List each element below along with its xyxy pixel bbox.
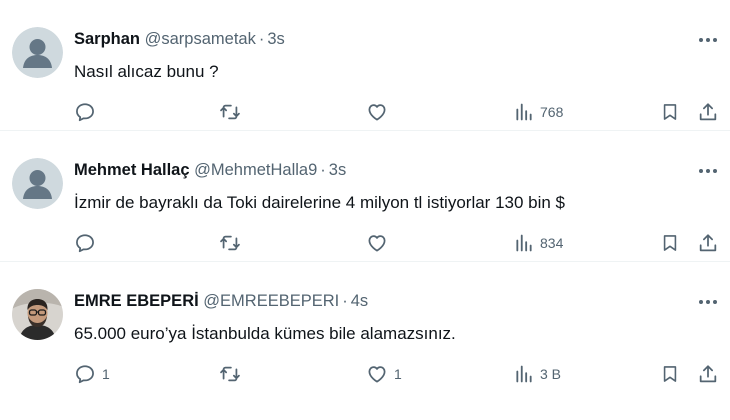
view-count: 768 [540,104,564,120]
retweet-icon [220,366,240,382]
bookmark-icon [663,104,677,120]
retweet-button[interactable] [219,229,241,257]
retweet-icon [220,235,240,251]
view-count: 3 B [540,366,562,382]
views-icon [516,365,532,383]
like-count: 1 [394,366,402,382]
reply-button[interactable]: 1 [74,360,110,388]
action-bar: 1 1 3 B [0,360,730,388]
heart-icon [368,366,386,383]
retweet-button[interactable] [219,98,241,126]
default-avatar-icon [12,27,63,78]
display-name[interactable]: EMRE EBEPERİ [74,292,199,310]
share-button[interactable] [697,360,719,388]
user-handle[interactable]: @MehmetHalla9 [194,161,317,179]
separator-dot: · [320,161,326,179]
bookmark-icon [663,235,677,251]
tweet-header: Sarphan @sarpsametak · 3s [74,30,285,49]
tweet-text: 65.000 euro’ya İstanbulda kümes bile ala… [74,324,456,343]
timestamp[interactable]: 3s [267,30,284,48]
user-handle[interactable]: @EMREEBEPERI [203,292,339,310]
reply-icon [76,103,94,122]
views-button[interactable]: 768 [514,98,563,126]
profile-photo-icon [12,289,63,340]
display-name[interactable]: Sarphan [74,30,140,48]
tweet-text: Nasıl alıcaz bunu ? [74,62,219,81]
like-button[interactable] [366,98,394,126]
retweet-icon [220,104,240,120]
bookmark-button[interactable] [660,360,680,388]
share-icon [699,103,717,121]
reply-icon [76,234,94,253]
timestamp[interactable]: 4s [351,292,368,310]
action-bar: 834 [0,229,730,257]
heart-icon [368,235,386,252]
reply-icon [76,365,94,384]
views-icon [516,234,532,252]
bookmark-button[interactable] [660,229,680,257]
views-icon [516,103,532,121]
share-button[interactable] [697,98,719,126]
more-icon[interactable] [696,294,720,310]
retweet-button[interactable] [219,360,241,388]
tweet-feed: Sarphan @sarpsametak · 3s Nasıl alıcaz bun… [0,0,730,420]
heart-icon [368,104,386,121]
like-button[interactable]: 1 [366,360,402,388]
share-button[interactable] [697,229,719,257]
bookmark-icon [663,366,677,382]
tweet[interactable]: EMRE EBEPERİ @EMREEBEPERI · 4s 65.000 euro… [0,262,730,419]
reply-count: 1 [102,366,110,382]
more-icon[interactable] [696,32,720,48]
avatar[interactable] [12,158,63,209]
separator-dot: · [258,30,265,48]
share-icon [699,234,717,252]
display-name[interactable]: Mehmet Hallaç [74,161,190,179]
reply-button[interactable] [74,98,102,126]
tweet-text: İzmir de bayraklı da Toki dairelerine 4 … [74,193,566,212]
tweet[interactable]: Sarphan @sarpsametak · 3s Nasıl alıcaz bun… [0,0,730,131]
views-button[interactable]: 3 B [514,360,561,388]
like-button[interactable] [366,229,394,257]
views-button[interactable]: 834 [514,229,563,257]
tweet-header: EMRE EBEPERİ @EMREEBEPERI · 4s [74,292,368,311]
avatar[interactable] [12,27,63,78]
default-avatar-icon [12,158,63,209]
more-icon[interactable] [696,163,720,179]
timestamp[interactable]: 3s [329,161,346,179]
tweet-header: Mehmet Hallaç @MehmetHalla9 · 3s [74,161,346,180]
reply-button[interactable] [74,229,102,257]
bookmark-button[interactable] [660,98,680,126]
action-bar: 768 [0,98,730,126]
avatar[interactable] [12,289,63,340]
tweet[interactable]: Mehmet Hallaç @MehmetHalla9 · 3s İzmir de … [0,131,730,262]
view-count: 834 [540,235,564,251]
share-icon [699,365,717,383]
user-handle[interactable]: @sarpsametak [145,30,256,48]
separator-dot: · [342,292,348,310]
